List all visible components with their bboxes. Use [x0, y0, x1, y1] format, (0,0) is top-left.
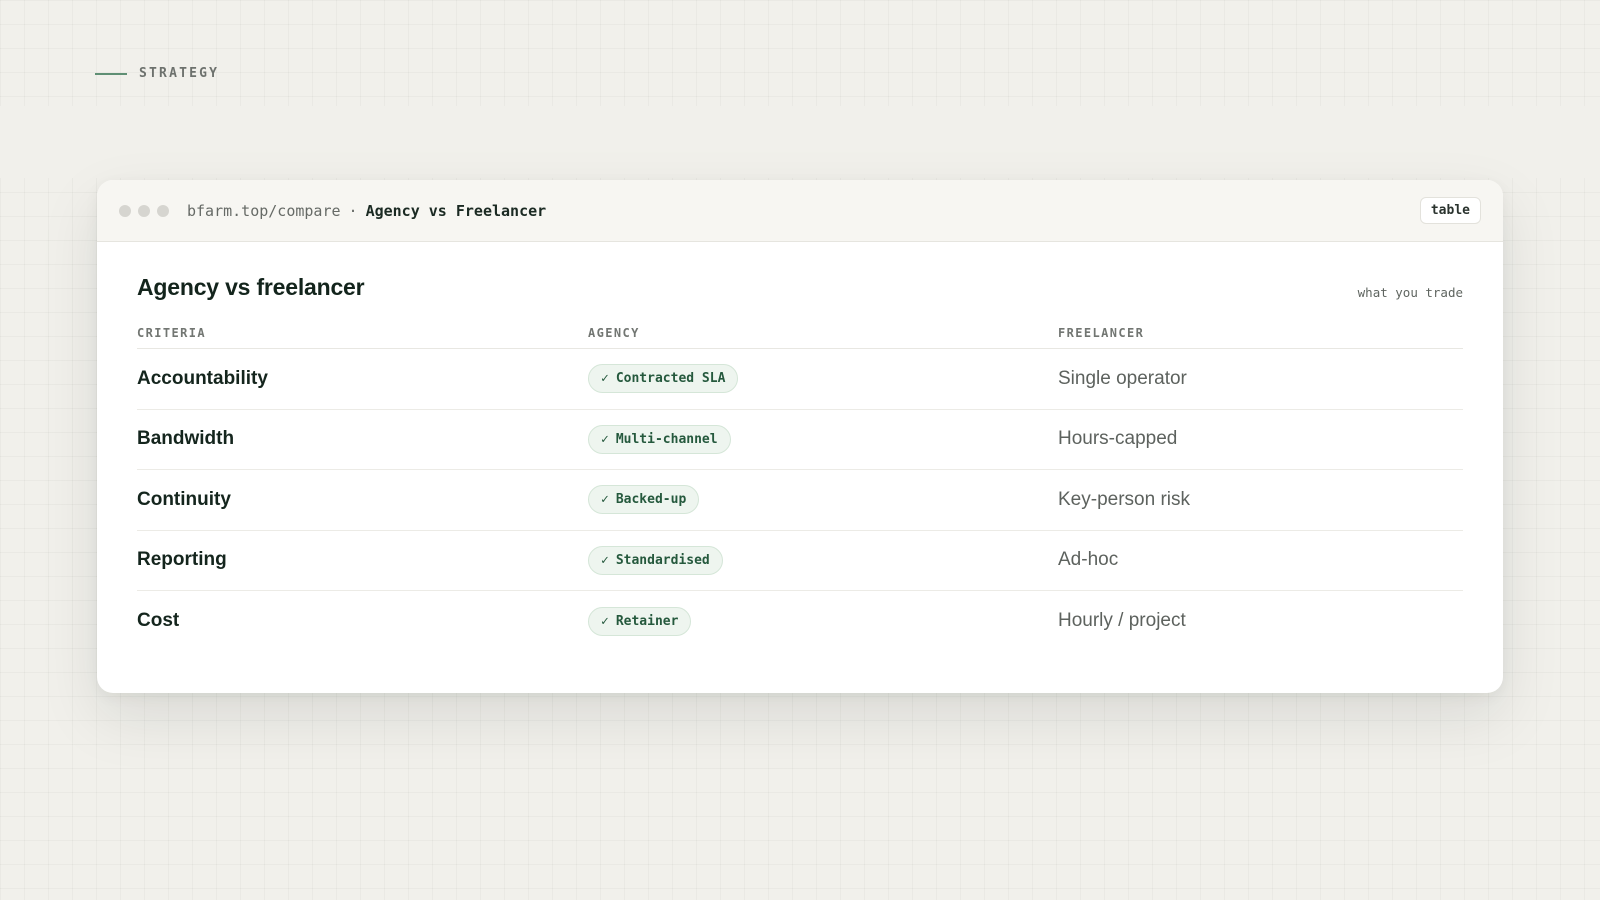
agency-badge: ✓ Standardised [588, 545, 723, 575]
agency-badge: ✓ Contracted SLA [588, 364, 739, 394]
column-header-agency: AGENCY [588, 325, 640, 340]
url-text: bfarm.top/compare [187, 201, 341, 220]
agency-badge-label: Multi-channel [615, 431, 718, 447]
criteria-cell: Continuity [137, 488, 231, 510]
comparison-table: CRITERIA AGENCY FREELANCER Accountabilit… [137, 317, 1463, 652]
check-icon: ✓ [601, 431, 609, 447]
comparison-card: Agency vs freelancer what you trade CRIT… [97, 242, 1503, 652]
agency-badge: ✓ Retainer [588, 606, 692, 636]
criteria-cell: Reporting [137, 549, 227, 571]
check-icon: ✓ [601, 371, 609, 387]
card-title: Agency vs freelancer [137, 274, 365, 300]
agency-badge-label: Backed-up [615, 492, 687, 508]
criteria-cell: Bandwidth [137, 428, 235, 450]
freelancer-cell: Hours-capped [1058, 428, 1178, 450]
browser-window: bfarm.top/compare · Agency vs Freelancer t… [97, 180, 1503, 693]
table-row: Bandwidth ✓ Multi-channel Hours-capped [137, 410, 1463, 470]
table-row: Cost ✓ Retainer Hourly / project [137, 591, 1463, 652]
agency-badge-label: Standardised [615, 552, 710, 568]
table-header: CRITERIA AGENCY FREELANCER [137, 317, 1463, 349]
agency-badge-label: Contracted SLA [615, 371, 726, 387]
check-icon: ✓ [601, 613, 609, 629]
close-dot-icon[interactable] [119, 204, 131, 217]
column-header-freelancer: FREELANCER [1058, 325, 1145, 340]
url-separator: · [348, 201, 358, 220]
table-row: Accountability ✓ Contracted SLA Single op… [137, 349, 1463, 410]
table-row: Continuity ✓ Backed-up Key-person risk [137, 470, 1463, 531]
check-icon: ✓ [601, 492, 609, 508]
maximize-dot-icon[interactable] [157, 204, 169, 217]
check-icon: ✓ [601, 552, 609, 568]
minimize-dot-icon[interactable] [138, 204, 150, 217]
freelancer-cell: Key-person risk [1058, 488, 1190, 510]
eyebrow-label: STRATEGY [139, 66, 220, 81]
column-header-criteria: CRITERIA [137, 325, 206, 340]
freelancer-cell: Hourly / project [1058, 610, 1186, 632]
section-eyebrow: STRATEGY [95, 66, 219, 81]
agency-badge: ✓ Multi-channel [588, 424, 731, 454]
freelancer-cell: Ad-hoc [1058, 549, 1119, 571]
header-band [0, 106, 1600, 178]
view-mode-badge[interactable]: table [1419, 197, 1481, 224]
agency-badge: ✓ Backed-up [588, 485, 700, 515]
criteria-cell: Cost [137, 610, 180, 632]
criteria-cell: Accountability [137, 367, 268, 389]
card-note: what you trade [1357, 285, 1463, 300]
page-title-text: Agency vs Freelancer [365, 201, 547, 220]
address-bar[interactable]: bfarm.top/compare · Agency vs Freelancer [187, 202, 546, 220]
agency-badge-label: Retainer [615, 613, 679, 629]
window-controls [119, 204, 169, 217]
window-titlebar: bfarm.top/compare · Agency vs Freelancer t… [97, 180, 1503, 242]
eyebrow-accent-line [95, 72, 127, 75]
freelancer-cell: Single operator [1058, 367, 1187, 389]
table-row: Reporting ✓ Standardised Ad-hoc [137, 531, 1463, 591]
